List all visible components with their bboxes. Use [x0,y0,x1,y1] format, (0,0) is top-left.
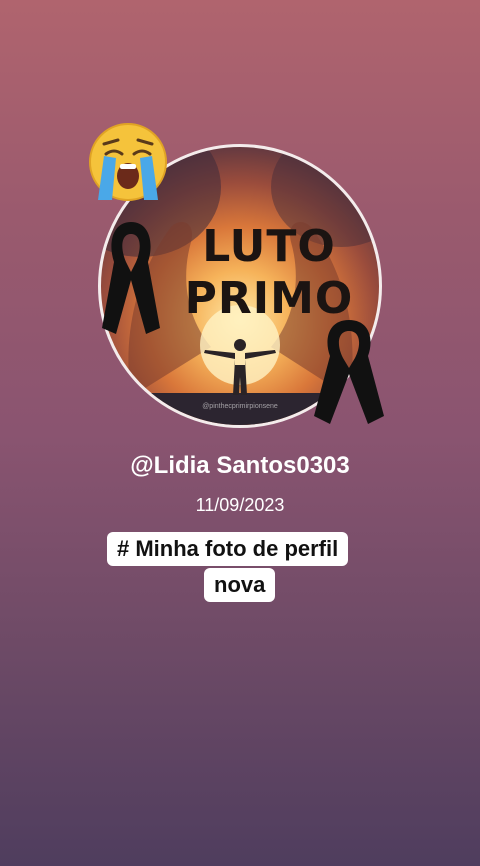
post-date: 11/09/2023 [195,495,285,515]
crying-face-icon [89,123,167,201]
username: @Lidia Santos0303 [130,452,350,479]
mourning-ribbon-icon [102,222,160,334]
photo-title-line1: LUTO [202,221,336,272]
mourning-ribbon-icon [314,320,384,424]
caption-line-2: nova [204,568,276,602]
caption-line-1: # Minha foto de perfil [107,532,349,566]
